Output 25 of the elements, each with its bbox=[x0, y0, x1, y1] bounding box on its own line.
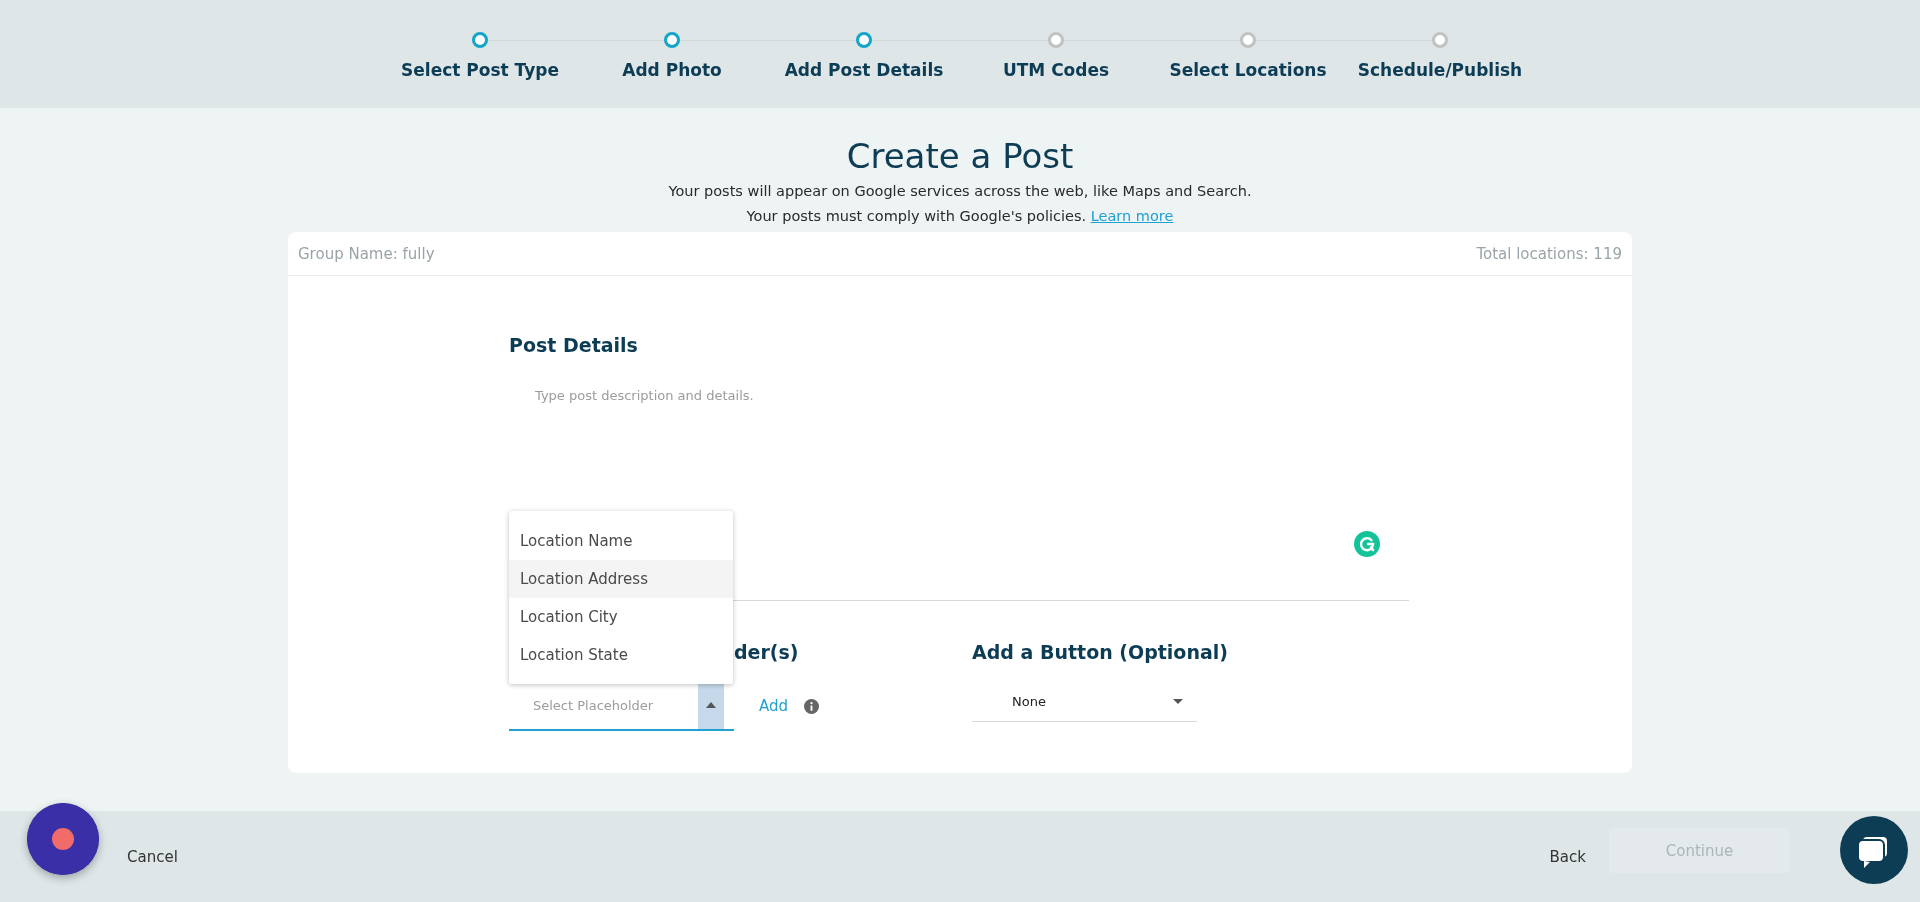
step-label: Add Post Details bbox=[784, 60, 944, 80]
section-heading: Add a Button (Optional) bbox=[972, 641, 1228, 663]
menu-item[interactable]: Location City bbox=[509, 598, 733, 636]
step-label: UTM Codes bbox=[1002, 60, 1110, 80]
total-locations: Total locations: 119 bbox=[1476, 244, 1622, 263]
chat-icon[interactable] bbox=[1840, 816, 1908, 884]
step-label: Select Post Type bbox=[401, 60, 559, 80]
step-label: Schedule/Publish bbox=[1357, 60, 1523, 80]
cancel-link[interactable]: Cancel bbox=[127, 847, 178, 866]
section-heading: Post Details bbox=[509, 334, 639, 356]
record-button[interactable] bbox=[27, 803, 99, 875]
button-select[interactable]: None bbox=[972, 681, 1197, 722]
group-name: Group Name: fully bbox=[298, 244, 435, 263]
back-link[interactable]: Back bbox=[1549, 847, 1586, 866]
menu-item[interactable]: Location Address bbox=[509, 560, 733, 598]
policy-text: Your posts must comply with Google's policies. Learn more bbox=[746, 207, 1174, 226]
caret-icon bbox=[1173, 698, 1183, 704]
page-title: Create a Post bbox=[846, 136, 1074, 176]
section-heading: der(s) bbox=[734, 641, 799, 663]
step-label: Add Photo bbox=[622, 60, 722, 80]
menu-item[interactable]: Location State bbox=[509, 636, 733, 674]
info-icon[interactable] bbox=[804, 698, 820, 714]
description-text: Your posts will appear on Google services across the web, like Maps and Search. bbox=[668, 182, 1252, 201]
step-label: Select Locations bbox=[1169, 60, 1327, 80]
menu-item[interactable]: Location Name bbox=[509, 522, 733, 560]
